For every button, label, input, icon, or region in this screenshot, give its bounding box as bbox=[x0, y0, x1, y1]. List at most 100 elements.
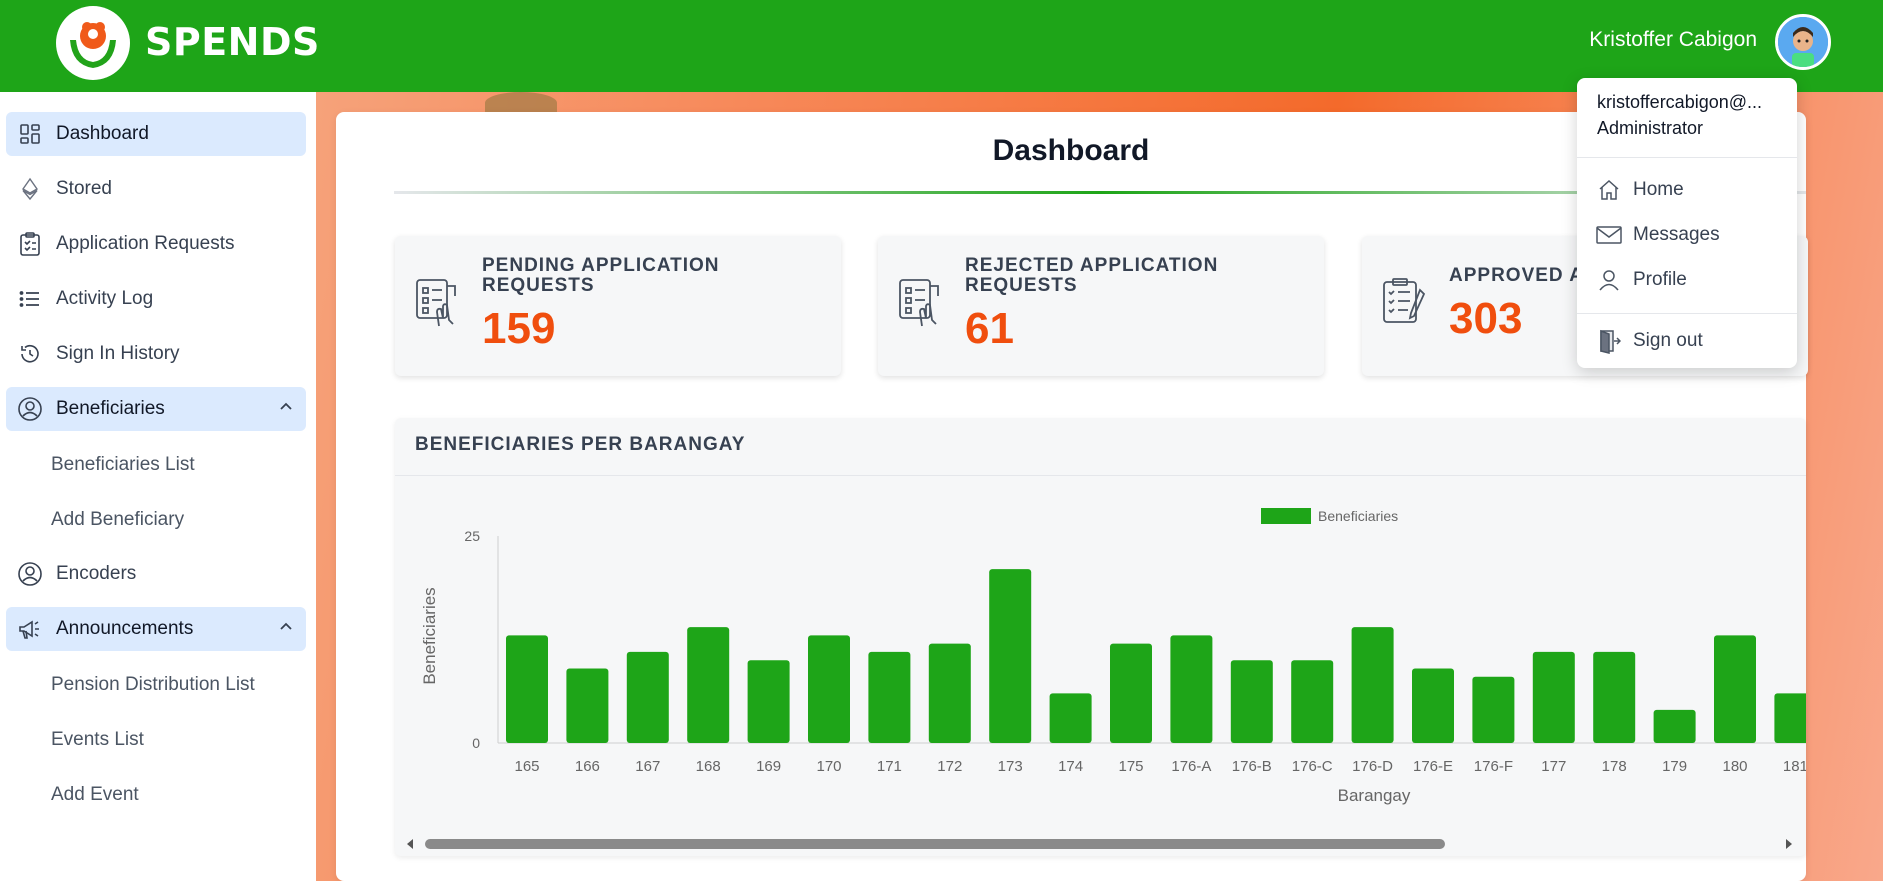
sidebar-item-label: Stored bbox=[56, 178, 112, 199]
bar bbox=[1351, 627, 1394, 743]
ethereum-icon bbox=[16, 175, 44, 203]
bar bbox=[1170, 635, 1213, 743]
x-tick-label: 180 bbox=[1722, 758, 1747, 775]
bar bbox=[1412, 668, 1454, 743]
sidebar-item-add-event[interactable]: Add Event bbox=[51, 784, 139, 806]
home-icon bbox=[1595, 176, 1623, 204]
sidebar-item-application-requests[interactable]: Application Requests bbox=[6, 222, 306, 266]
x-tick-label: 176-B bbox=[1232, 758, 1272, 775]
scroll-thumb[interactable] bbox=[425, 839, 1445, 849]
sidebar-item-add-beneficiary[interactable]: Add Beneficiary bbox=[51, 509, 184, 531]
stat-card-pending[interactable]: PENDING APPLICATION REQUESTS 159 bbox=[395, 236, 841, 376]
dropdown-item-home[interactable]: Home bbox=[1595, 176, 1684, 204]
x-axis-title: Barangay bbox=[1338, 786, 1411, 805]
dropdown-item-label: Messages bbox=[1633, 224, 1720, 245]
user-icon bbox=[1595, 266, 1623, 294]
x-tick-label: 171 bbox=[877, 758, 902, 775]
sidebar-item-events-list[interactable]: Events List bbox=[51, 729, 144, 751]
bar bbox=[1049, 693, 1092, 743]
envelope-icon bbox=[1595, 221, 1623, 249]
chart-card-title: BENEFICIARIES PER BARANGAY bbox=[415, 434, 746, 455]
user-circle-icon bbox=[16, 560, 44, 588]
bar bbox=[626, 651, 669, 743]
sidebar-item-label: Beneficiaries bbox=[56, 398, 165, 419]
dropdown-item-messages[interactable]: Messages bbox=[1595, 221, 1720, 249]
x-tick-label: 170 bbox=[816, 758, 841, 775]
sidebar-item-dashboard[interactable]: Dashboard bbox=[6, 112, 306, 156]
sidebar-item-pension-distribution-list[interactable]: Pension Distribution List bbox=[51, 674, 255, 696]
scroll-left-icon[interactable] bbox=[405, 837, 415, 851]
clipboard-list-icon bbox=[16, 230, 44, 258]
sidebar-item-announcements[interactable]: Announcements bbox=[6, 607, 306, 651]
list-icon bbox=[16, 285, 44, 313]
y-tick-label: 25 bbox=[464, 528, 480, 544]
bar bbox=[928, 643, 971, 743]
stat-value: 159 bbox=[482, 304, 556, 353]
bar bbox=[506, 635, 548, 743]
bar bbox=[687, 627, 730, 743]
x-tick-label: 176-A bbox=[1171, 758, 1211, 775]
spends-logo[interactable] bbox=[56, 6, 130, 80]
x-tick-label: 169 bbox=[756, 758, 781, 775]
sidebar-item-beneficiaries-list[interactable]: Beneficiaries List bbox=[51, 454, 195, 476]
y-axis-title: Beneficiaries bbox=[420, 587, 439, 684]
horizontal-scrollbar[interactable] bbox=[395, 834, 1806, 852]
dropdown-item-label: Sign out bbox=[1633, 330, 1703, 351]
x-tick-label: 172 bbox=[937, 758, 962, 775]
x-tick-label: 177 bbox=[1541, 758, 1566, 775]
user-name[interactable]: Kristoffer Cabigon bbox=[1589, 28, 1757, 52]
user-dropdown-menu: kristoffercabigon@... Administrator Home… bbox=[1577, 78, 1797, 368]
x-tick-label: 181 bbox=[1783, 758, 1806, 775]
sidebar-item-label: Application Requests bbox=[56, 233, 235, 254]
chart-card: BENEFICIARIES PER BARANGAY 0 25 165 166 167 1… bbox=[395, 418, 1806, 856]
user-email: kristoffercabigon@... bbox=[1597, 92, 1763, 112]
x-tick-label: 165 bbox=[514, 758, 539, 775]
sidebar-item-label: Announcements bbox=[56, 618, 194, 639]
sidebar-item-label: Activity Log bbox=[56, 288, 154, 309]
dropdown-divider bbox=[1577, 157, 1797, 158]
bar bbox=[1774, 693, 1806, 743]
scroll-right-icon[interactable] bbox=[1784, 837, 1794, 851]
legend-swatch bbox=[1261, 508, 1311, 524]
logo-icon bbox=[61, 11, 125, 75]
x-tick-label: 176-F bbox=[1474, 758, 1513, 775]
sidebar-item-activity-log[interactable]: Activity Log bbox=[6, 277, 306, 321]
bar bbox=[808, 635, 850, 743]
bar bbox=[989, 569, 1032, 743]
stat-label: PENDING APPLICATION REQUESTS bbox=[482, 255, 720, 296]
sidebar-item-label: Sign In History bbox=[56, 343, 180, 364]
stat-value: 61 bbox=[965, 304, 1014, 353]
sidebar-item-beneficiaries[interactable]: Beneficiaries bbox=[6, 387, 306, 431]
bar bbox=[1291, 660, 1334, 743]
sidebar-item-sign-in-history[interactable]: Sign In History bbox=[6, 332, 306, 376]
stat-card-rejected[interactable]: REJECTED APPLICATION REQUESTS 61 bbox=[878, 236, 1324, 376]
x-tick-label: 166 bbox=[575, 758, 600, 775]
chart-card-header: BENEFICIARIES PER BARANGAY bbox=[395, 418, 1806, 476]
sidebar-item-stored[interactable]: Stored bbox=[6, 167, 306, 211]
bar bbox=[1110, 643, 1152, 743]
dropdown-divider bbox=[1577, 313, 1797, 314]
bar bbox=[566, 668, 609, 743]
x-tick-label: 178 bbox=[1602, 758, 1627, 775]
sidebar-item-encoders[interactable]: Encoders bbox=[6, 552, 306, 596]
x-tick-label: 168 bbox=[696, 758, 721, 775]
sidebar: Dashboard Stored Application Requests Ac… bbox=[0, 92, 316, 881]
dropdown-item-profile[interactable]: Profile bbox=[1595, 266, 1687, 294]
avatar[interactable] bbox=[1775, 14, 1831, 70]
grid-icon bbox=[16, 120, 44, 148]
x-tick-label: 174 bbox=[1058, 758, 1083, 775]
checklist-pen-icon bbox=[1383, 278, 1426, 323]
y-tick-label: 0 bbox=[472, 735, 480, 751]
brand-name[interactable]: SPENDS bbox=[145, 20, 320, 64]
bar bbox=[1230, 660, 1273, 743]
stat-value: 303 bbox=[1449, 294, 1523, 343]
x-tick-label: 179 bbox=[1662, 758, 1687, 775]
x-tick-label: 175 bbox=[1118, 758, 1143, 775]
dropdown-item-sign-out[interactable]: Sign out bbox=[1595, 327, 1703, 355]
history-icon bbox=[16, 340, 44, 368]
sidebar-item-label: Encoders bbox=[56, 563, 137, 584]
bar bbox=[1653, 709, 1696, 743]
bar bbox=[747, 660, 790, 743]
background-decoration bbox=[485, 92, 557, 114]
sign-out-icon bbox=[1595, 327, 1623, 355]
